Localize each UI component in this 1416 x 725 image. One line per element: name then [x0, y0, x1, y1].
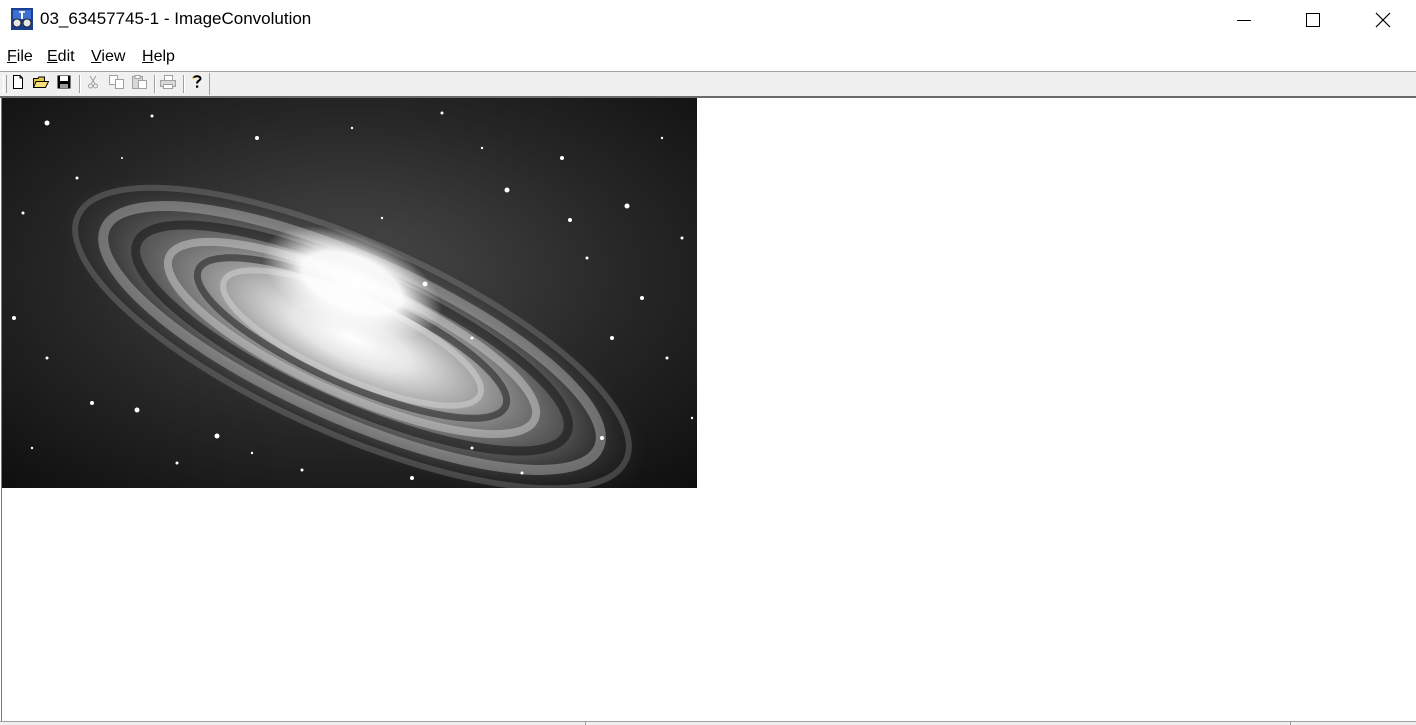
save-disk-icon — [57, 75, 71, 94]
menu-edit-label: dit — [57, 48, 75, 65]
menu-edit-mnemonic: E — [47, 48, 58, 65]
paste-button[interactable] — [129, 74, 149, 94]
toolbar — [0, 72, 1416, 96]
cut-button[interactable] — [83, 75, 103, 93]
copy-button[interactable] — [106, 74, 126, 94]
menu-help-mnemonic: H — [142, 48, 154, 65]
menu-help[interactable]: Help — [142, 48, 175, 66]
maximize-icon — [1306, 13, 1320, 27]
toolbar-separator — [154, 75, 156, 93]
new-document-icon — [11, 74, 25, 94]
title-bar[interactable]: 03_63457745-1 - ImageConvolution — [0, 0, 1416, 40]
help-icon — [191, 74, 203, 94]
menu-view-label: iew — [101, 48, 126, 65]
menu-help-label: elp — [153, 48, 175, 65]
toolbar-end-divider — [209, 73, 210, 95]
minimize-icon — [1237, 13, 1251, 27]
save-button[interactable] — [54, 75, 74, 93]
help-button[interactable] — [187, 75, 207, 93]
copy-icon — [108, 74, 124, 94]
open-folder-icon — [32, 75, 50, 94]
menu-view[interactable]: View — [91, 48, 125, 66]
paste-icon — [131, 74, 147, 94]
close-icon — [1375, 12, 1391, 28]
print-icon — [160, 74, 176, 94]
minimize-button[interactable] — [1209, 0, 1279, 40]
galaxy-image — [2, 98, 697, 500]
close-button[interactable] — [1348, 0, 1416, 40]
maximize-button[interactable] — [1278, 0, 1348, 40]
menu-file[interactable]: File — [7, 48, 33, 66]
menu-edit[interactable]: Edit — [47, 48, 75, 66]
menu-file-label: ile — [16, 48, 33, 65]
convolution-image — [2, 98, 697, 500]
menu-file-mnemonic: F — [7, 48, 17, 65]
menu-view-mnemonic: V — [91, 48, 102, 65]
print-button[interactable] — [158, 74, 178, 94]
new-button[interactable] — [8, 74, 28, 94]
toolbar-separator — [183, 75, 185, 93]
window-title: 03_63457745-1 - ImageConvolution — [40, 9, 312, 28]
cut-icon — [87, 75, 99, 94]
open-button[interactable] — [31, 75, 51, 93]
menu-bar: File Edit View Help — [0, 45, 1416, 71]
toolbar-grip[interactable] — [3, 75, 7, 93]
app-icon[interactable] — [10, 7, 34, 31]
toolbar-separator — [79, 75, 81, 93]
